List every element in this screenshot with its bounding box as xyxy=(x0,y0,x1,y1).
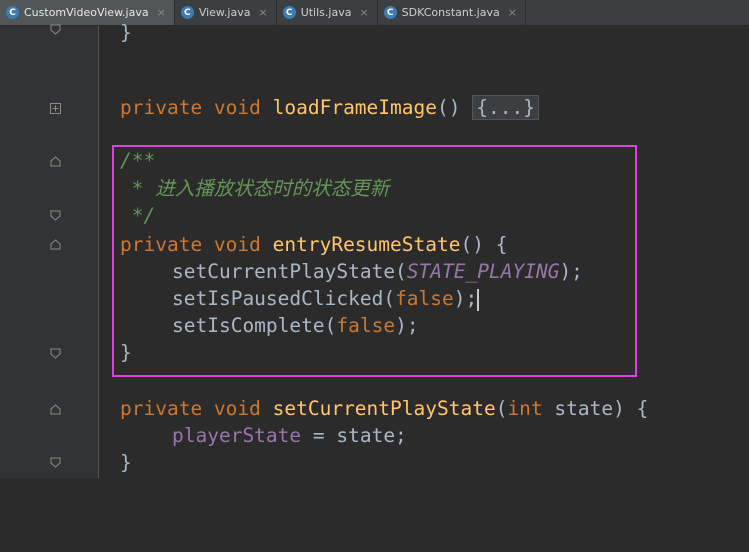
fold-start-icon[interactable] xyxy=(50,239,61,250)
fold-end-icon[interactable] xyxy=(50,210,61,221)
tab-label: SDKConstant.java xyxy=(401,6,500,19)
fold-start-icon[interactable] xyxy=(50,404,61,415)
class-icon: C xyxy=(282,6,296,19)
tab-sdkconstant[interactable]: C SDKConstant.java × xyxy=(378,0,526,25)
tab-label: Utils.java xyxy=(300,6,352,19)
tab-view[interactable]: C View.java × xyxy=(175,0,277,25)
code-line: playerState = state; xyxy=(172,423,407,449)
closing-brace: } xyxy=(120,451,132,474)
code-line: private void setCurrentPlayState(int sta… xyxy=(120,396,648,422)
field-name: playerState xyxy=(172,424,302,447)
fold-end-icon[interactable] xyxy=(50,457,61,468)
keyword: int xyxy=(507,397,555,420)
tab-customvideoview[interactable]: C CustomVideoView.java × xyxy=(0,0,175,25)
fold-end-icon[interactable] xyxy=(50,24,61,35)
gutter-divider xyxy=(98,26,99,478)
fold-expand-icon[interactable] xyxy=(50,103,61,114)
close-icon[interactable]: × xyxy=(508,6,517,19)
keyword: private void xyxy=(120,397,273,420)
class-icon: C xyxy=(180,6,194,19)
keyword: private void xyxy=(120,96,273,119)
parens: () xyxy=(437,96,473,119)
code-text: state) { xyxy=(554,397,649,420)
highlight-annotation-box xyxy=(112,145,637,377)
close-icon[interactable]: × xyxy=(157,6,166,19)
method-name: setCurrentPlayState xyxy=(272,397,496,420)
code-text: = state; xyxy=(301,424,407,447)
code-line: } xyxy=(120,450,132,476)
closing-brace: } xyxy=(120,21,132,44)
class-icon: C xyxy=(383,6,397,19)
code-line: private void loadFrameImage() {...} xyxy=(120,95,539,121)
code-text: ( xyxy=(495,397,508,420)
method-name: loadFrameImage xyxy=(272,96,437,119)
editor-gutter xyxy=(0,26,98,478)
close-icon[interactable]: × xyxy=(258,6,267,19)
editor-tab-bar: C CustomVideoView.java × C View.java × C… xyxy=(0,0,749,26)
folded-block[interactable]: {...} xyxy=(472,95,539,120)
close-icon[interactable]: × xyxy=(359,6,368,19)
code-line: } xyxy=(120,20,132,46)
tab-label: View.java xyxy=(198,6,251,19)
tab-utils[interactable]: C Utils.java × xyxy=(277,0,378,25)
fold-end-icon[interactable] xyxy=(50,348,61,359)
class-icon: C xyxy=(6,6,19,19)
fold-start-icon[interactable] xyxy=(50,156,61,167)
